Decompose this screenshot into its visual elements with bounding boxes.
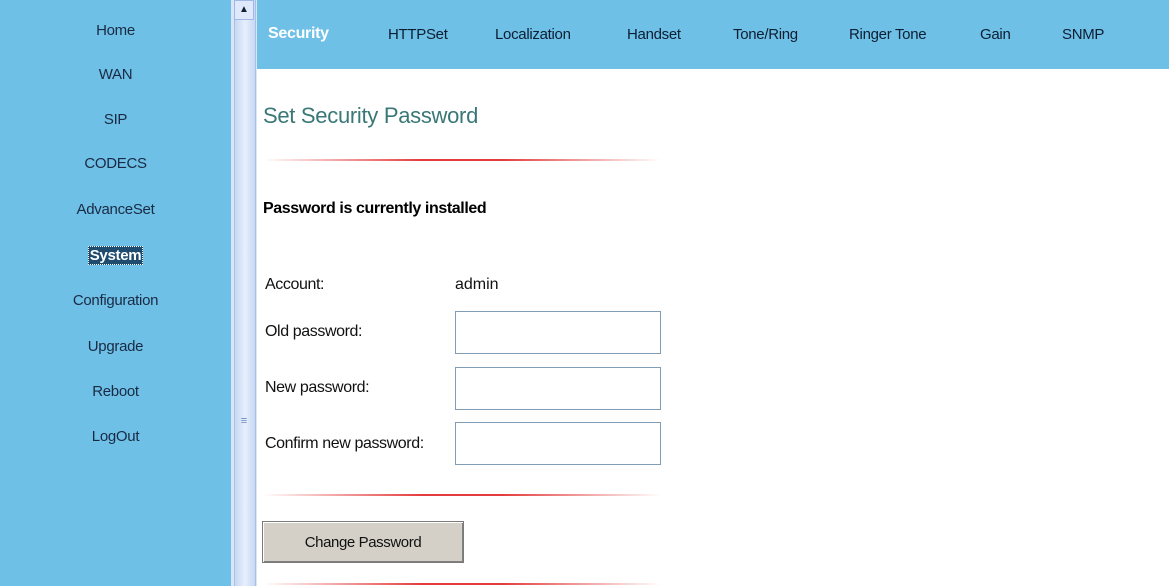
sidebar-item-upgrade[interactable]: Upgrade bbox=[0, 335, 231, 359]
scrollbar-track[interactable] bbox=[234, 0, 256, 586]
tab-ringer-tone[interactable]: Ringer Tone bbox=[849, 26, 927, 43]
change-password-button[interactable]: Change Password bbox=[262, 521, 464, 563]
sidebar-item-label: SIP bbox=[103, 111, 128, 128]
sidebar-item-codecs[interactable]: CODECS bbox=[0, 152, 231, 176]
sidebar-item-advanceset[interactable]: AdvanceSet bbox=[0, 198, 231, 222]
sidebar-item-label: Home bbox=[96, 22, 135, 39]
sidebar-item-label: Configuration bbox=[72, 292, 159, 309]
sidebar-item-system[interactable]: System bbox=[0, 244, 231, 268]
sidebar-item-logout[interactable]: LogOut bbox=[0, 425, 231, 449]
confirm-password-field[interactable] bbox=[455, 422, 661, 465]
sidebar-item-configuration[interactable]: Configuration bbox=[0, 289, 231, 313]
tab-httpset[interactable]: HTTPSet bbox=[388, 26, 448, 43]
divider bbox=[263, 583, 661, 585]
account-value: admin bbox=[455, 276, 499, 293]
sidebar-item-label: LogOut bbox=[91, 428, 140, 445]
tab-localization[interactable]: Localization bbox=[495, 26, 571, 43]
sidebar: Home WAN SIP CODECS AdvanceSet System Co… bbox=[0, 0, 231, 586]
sidebar-item-label: Upgrade bbox=[87, 338, 144, 355]
tab-tone-ring[interactable]: Tone/Ring bbox=[733, 26, 798, 43]
sidebar-item-reboot[interactable]: Reboot bbox=[0, 380, 231, 404]
sidebar-item-sip[interactable]: SIP bbox=[0, 108, 231, 132]
tab-security[interactable]: Security bbox=[268, 25, 329, 43]
password-status-text: Password is currently installed bbox=[263, 200, 487, 217]
sidebar-item-label: AdvanceSet bbox=[76, 201, 155, 218]
tab-snmp[interactable]: SNMP bbox=[1062, 26, 1104, 43]
old-password-label: Old password: bbox=[265, 323, 363, 340]
scroll-up-arrow-icon[interactable]: ▲ bbox=[234, 0, 254, 20]
divider bbox=[263, 494, 661, 496]
sidebar-item-label: WAN bbox=[98, 66, 133, 83]
old-password-field[interactable] bbox=[455, 311, 661, 354]
splitter-grip-icon[interactable]: ≡ bbox=[239, 414, 249, 428]
tab-handset[interactable]: Handset bbox=[627, 26, 681, 43]
confirm-password-label: Confirm new password: bbox=[265, 435, 424, 452]
frame-splitter[interactable]: ▲ ≡ bbox=[231, 0, 257, 586]
new-password-label: New password: bbox=[265, 379, 370, 396]
tab-gain[interactable]: Gain bbox=[980, 26, 1011, 43]
new-password-field[interactable] bbox=[455, 367, 661, 410]
sidebar-item-label: System bbox=[87, 246, 144, 265]
sidebar-item-home[interactable]: Home bbox=[0, 19, 231, 43]
top-tab-bar: Security HTTPSet Localization Handset To… bbox=[257, 0, 1169, 69]
sidebar-item-wan[interactable]: WAN bbox=[0, 63, 231, 87]
sidebar-item-label: CODECS bbox=[84, 155, 147, 172]
sidebar-item-label: Reboot bbox=[92, 383, 139, 400]
account-label: Account: bbox=[265, 276, 325, 293]
divider bbox=[263, 159, 661, 161]
page-title: Set Security Password bbox=[263, 103, 479, 128]
